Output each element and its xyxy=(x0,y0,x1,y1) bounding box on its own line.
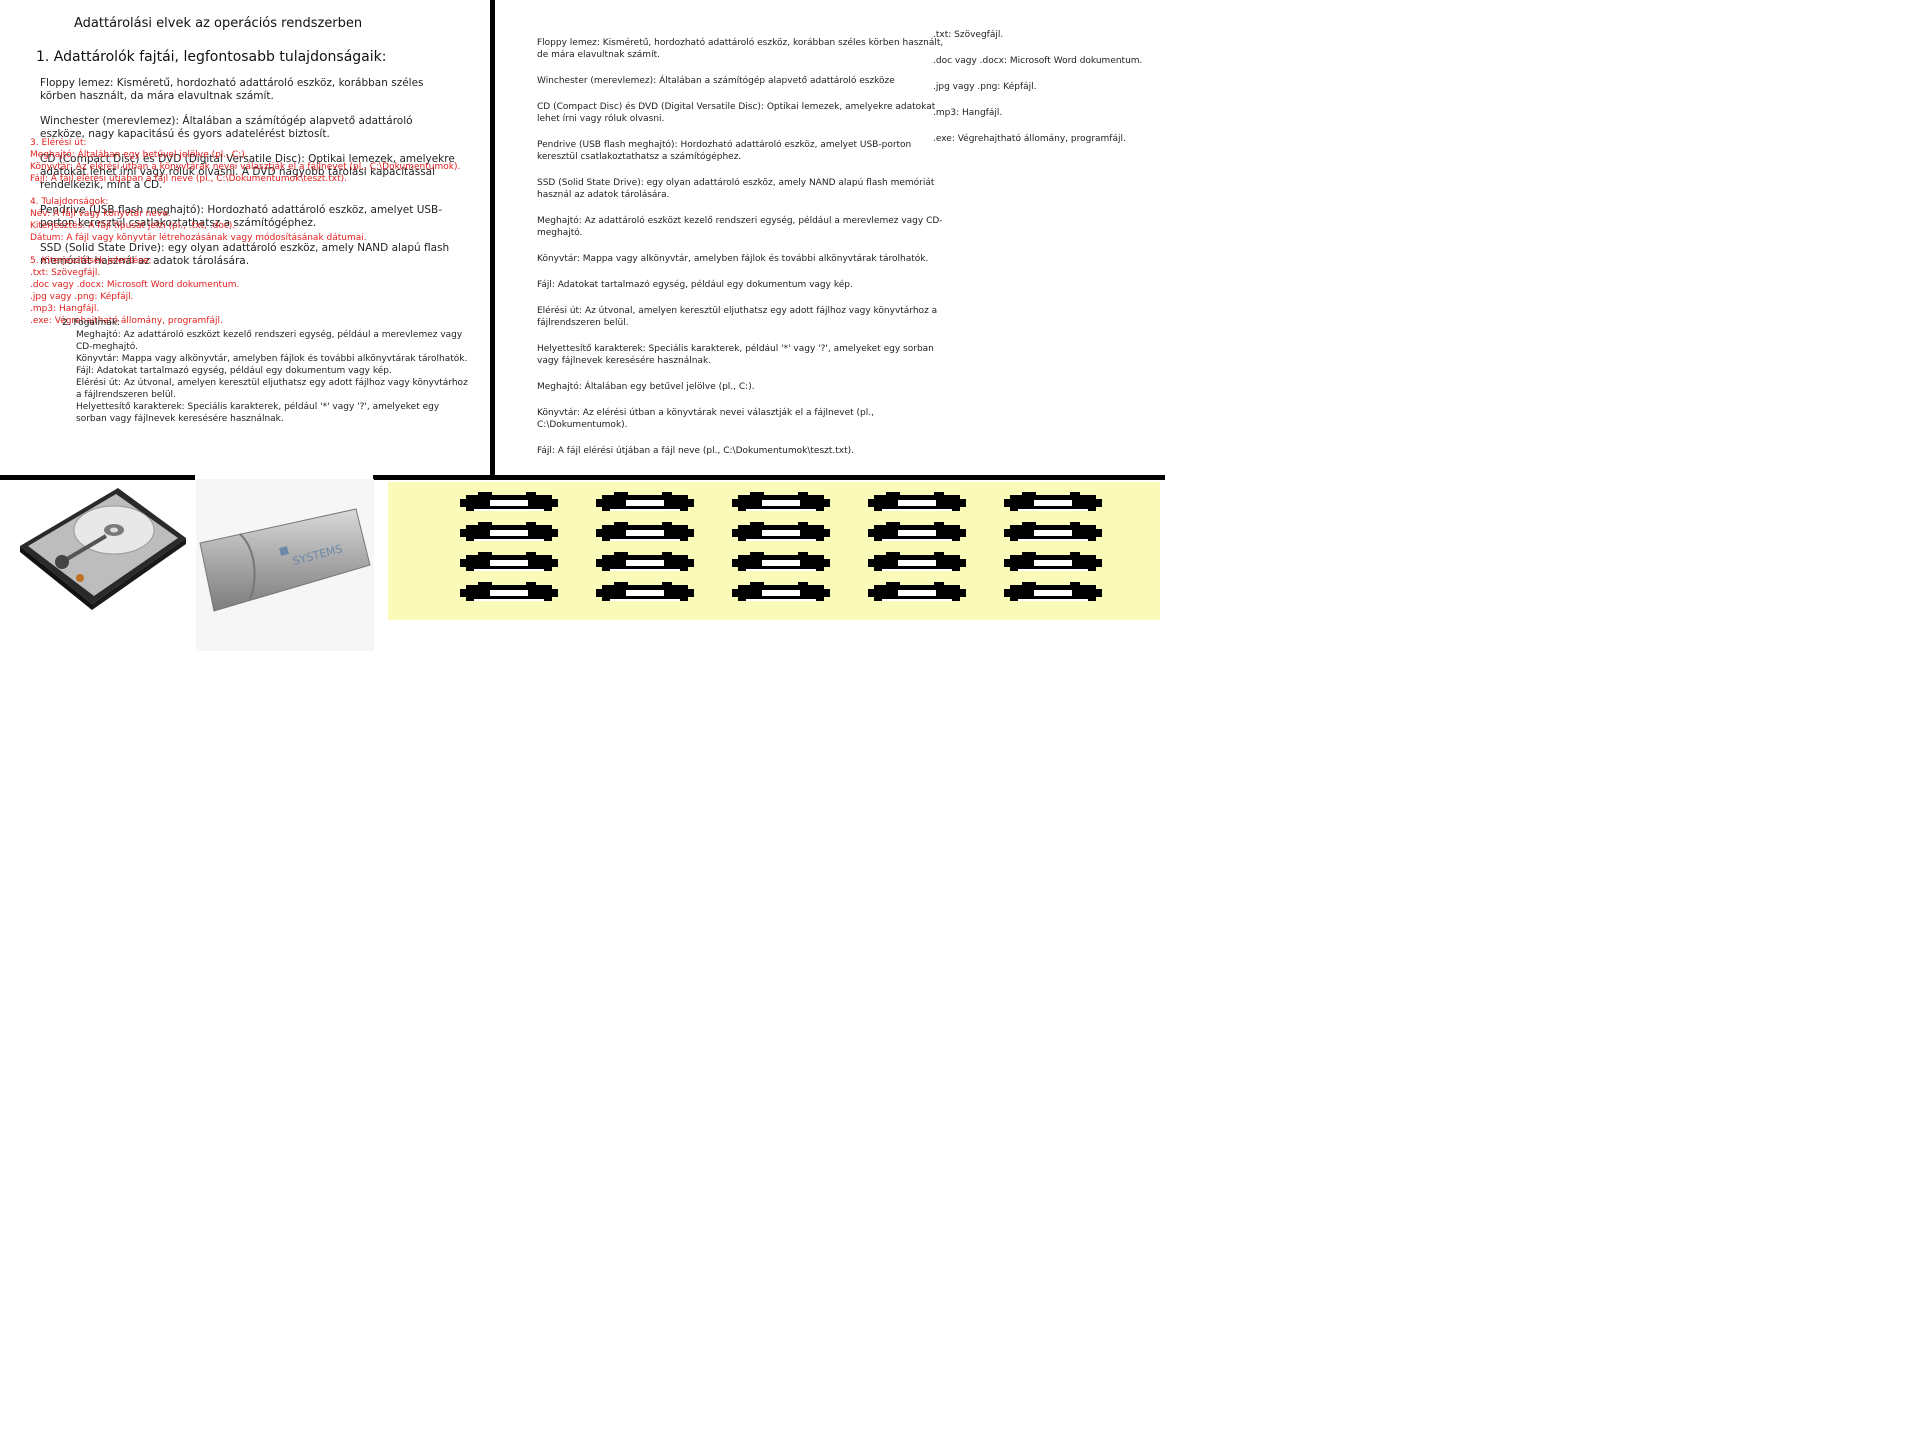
mid-item: Fájl: A fájl elérési útjában a fájl neve… xyxy=(537,446,855,456)
red-gap xyxy=(30,185,490,196)
mid-item: Könyvtár: Mappa vagy alkönyvtár, amelybe… xyxy=(537,254,929,264)
hard-drive-icon xyxy=(20,488,186,610)
file-type-icon-grid xyxy=(388,482,1160,620)
red-line: .txt: Szövegfájl. xyxy=(30,268,101,278)
csv-icon xyxy=(596,580,694,606)
mid-item: Meghajtó: Általában egy betűvel jelölve … xyxy=(537,382,755,392)
svg-icon xyxy=(1004,580,1102,606)
avi-icon xyxy=(596,550,694,576)
fogalmak-item: Helyettesítő karakterek: Speciális karak… xyxy=(76,402,440,424)
mid-item: SSD (Solid State Drive): egy olyan adatt… xyxy=(537,178,935,200)
mid-item: Pendrive (USB flash meghajtó): Hordozhat… xyxy=(537,140,912,162)
red-line: 4. Tulajdonságok: xyxy=(30,197,109,207)
red-line: Meghajtó: Általában egy betűvel jelölve … xyxy=(30,150,248,160)
txt-icon xyxy=(460,520,558,546)
fogalmak-item: Elérési út: Az útvonal, amelyen keresztü… xyxy=(76,378,468,400)
horizontal-divider xyxy=(0,475,1165,480)
red-line: .doc vagy .docx: Microsoft Word dokument… xyxy=(30,280,240,290)
red-line: Fájl: A fájl elérési útjában a fájl neve… xyxy=(30,174,348,184)
ext-item: .exe: Végrehajtható állomány, programfáj… xyxy=(933,134,1126,144)
ext-item: .mp3: Hangfájl. xyxy=(933,108,1003,118)
section-heading: 1. Adattárolók fajtái, legfontosabb tula… xyxy=(36,49,387,65)
xls-icon xyxy=(732,490,830,516)
red-line: Kiterjesztés: A fájl típusát jelzi (pl.,… xyxy=(30,221,236,231)
ppt-icon xyxy=(868,520,966,546)
mp3-icon xyxy=(1004,490,1102,516)
jpg-icon xyxy=(868,490,966,516)
pdf-icon xyxy=(460,490,558,516)
html-icon xyxy=(732,520,830,546)
mid-item: Elérési út: Az útvonal, amelyen keresztü… xyxy=(537,306,938,328)
mid-item: CD (Compact Disc) és DVD (Digital Versat… xyxy=(537,102,936,124)
mid-item: Könyvtár: Az elérési útban a könyvtárak … xyxy=(537,408,874,430)
gif-icon xyxy=(868,550,966,576)
page-title: Adattárolási elvek az operációs rendszer… xyxy=(74,16,363,31)
mov-icon xyxy=(868,580,966,606)
docx-icon xyxy=(732,550,830,576)
doc-icon xyxy=(596,490,694,516)
red-line: 3. Elérési út: xyxy=(30,138,87,148)
red-line: Név: A fájl vagy könyvtár neve. xyxy=(30,209,171,219)
ext-item: .doc vagy .docx: Microsoft Word dokument… xyxy=(933,56,1143,66)
text-floppy: Floppy lemez: Kisméretű, hordozható adat… xyxy=(40,77,424,102)
mid-item: Winchester (merevlemez): Általában a szá… xyxy=(537,76,895,86)
mid-item: Helyettesítő karakterek: Speciális karak… xyxy=(537,344,934,366)
fogalmak-section: 2. Fogalmak: Meghajtó: Az adattároló esz… xyxy=(62,317,472,425)
psd-icon xyxy=(460,580,558,606)
extension-column: .txt: Szövegfájl. .doc vagy .docx: Micro… xyxy=(933,29,1193,159)
red-gap xyxy=(30,244,490,255)
ext-item: .txt: Szövegfájl. xyxy=(933,30,1004,40)
usb-drive-icon: SYSTEMS xyxy=(199,508,371,612)
rar-icon xyxy=(1004,550,1102,576)
mid-item: Meghajtó: Az adattároló eszközt kezelő r… xyxy=(537,216,943,238)
js-icon xyxy=(732,580,830,606)
zip-icon xyxy=(1004,520,1102,546)
mid-item: Fájl: Adatokat tartalmazó egység, példáu… xyxy=(537,280,853,290)
fogalmak-heading: 2. Fogalmak: xyxy=(62,318,121,328)
red-line: Dátum: A fájl vagy könyvtár létrehozásán… xyxy=(30,233,367,243)
png-icon xyxy=(596,520,694,546)
red-overlay-text: 3. Elérési út: Meghajtó: Általában egy b… xyxy=(30,137,490,327)
exe-icon xyxy=(460,550,558,576)
red-line: .jpg vagy .png: Képfájl. xyxy=(30,292,134,302)
fogalmak-item: Könyvtár: Mappa vagy alkönyvtár, amelybe… xyxy=(76,354,468,364)
mid-item: Floppy lemez: Kisméretű, hordozható adat… xyxy=(537,38,944,60)
fogalmak-item: Fájl: Adatokat tartalmazó egység, példáu… xyxy=(76,366,392,376)
usb-drive-image: SYSTEMS xyxy=(196,479,374,651)
red-line: 5. Kiterjesztések jelentése: xyxy=(30,256,152,266)
red-line: Könyvtár: Az elérési útban a könyvtárak … xyxy=(30,162,461,172)
ext-item: .jpg vagy .png: Képfájl. xyxy=(933,82,1037,92)
vertical-divider xyxy=(490,0,495,478)
fogalmak-item: Meghajtó: Az adattároló eszközt kezelő r… xyxy=(76,330,463,352)
red-line: .mp3: Hangfájl. xyxy=(30,304,100,314)
middle-column: Floppy lemez: Kisméretű, hordozható adat… xyxy=(537,37,947,471)
hard-drive-image xyxy=(18,484,188,612)
